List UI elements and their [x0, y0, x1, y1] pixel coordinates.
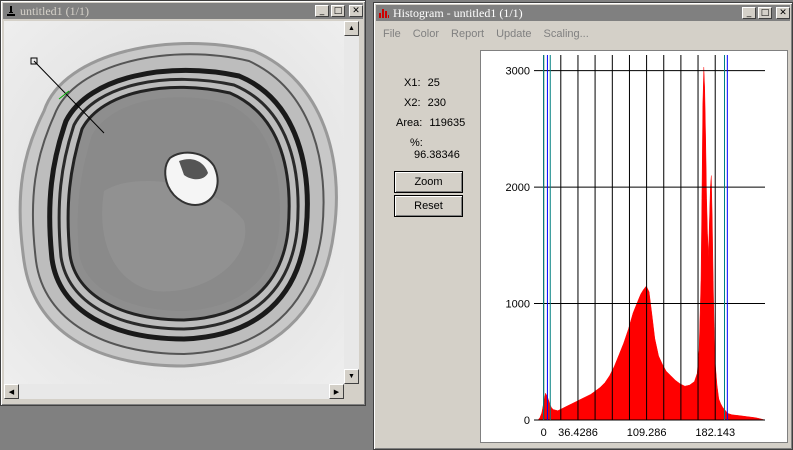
- menu-file[interactable]: File: [377, 28, 407, 40]
- histogram-icon: [377, 6, 391, 20]
- resize-grip[interactable]: [344, 384, 359, 399]
- area-value: 119635: [429, 117, 466, 129]
- histogram-window: Histogram - untitled1 (1/1) _ □ ✕ File C…: [373, 2, 793, 450]
- x-tick-label: 109.286: [627, 427, 667, 439]
- x2-label: X2:: [404, 97, 421, 109]
- x-tick-label: 0: [541, 427, 547, 439]
- menu-report[interactable]: Report: [445, 28, 490, 40]
- percent-label: %:: [410, 137, 423, 149]
- vertical-scrollbar[interactable]: ▲ ▼: [344, 21, 359, 384]
- y-tick-label: 2000: [506, 182, 530, 194]
- histogram-window-title: Histogram - untitled1 (1/1): [393, 5, 523, 20]
- x2-row: X2: 230: [404, 97, 446, 109]
- close-icon: ✕: [779, 7, 787, 18]
- maximize-icon: □: [333, 5, 343, 16]
- scroll-up-button[interactable]: ▲: [344, 21, 359, 36]
- minimize-icon: _: [746, 7, 752, 18]
- x1-row: X1: 25: [404, 77, 440, 89]
- percent-value: 96.38346: [414, 149, 460, 161]
- triangle-down-icon: ▼: [348, 373, 355, 380]
- y-tick-label: 3000: [506, 66, 530, 78]
- area-label: Area:: [396, 117, 423, 129]
- percent-row: %: 96.38346: [410, 137, 474, 161]
- image-window-titlebar[interactable]: untitled1 (1/1) _ □ ✕: [3, 3, 363, 19]
- triangle-up-icon: ▲: [348, 25, 355, 32]
- histogram-plot-panel: 0 1000 2000 3000 0 36.4286 109.286 182.143: [480, 50, 788, 443]
- reset-button[interactable]: Reset: [394, 195, 463, 217]
- triangle-right-icon: ▶: [333, 388, 340, 396]
- x-tick-label: 36.4286: [558, 427, 598, 439]
- zoom-button[interactable]: Zoom: [394, 171, 463, 193]
- histogram-area: [537, 67, 766, 421]
- x1-value: 25: [427, 77, 440, 89]
- microscope-icon: [4, 4, 18, 18]
- triangle-left-icon: ◀: [8, 388, 15, 396]
- histogram-chart[interactable]: 0 1000 2000 3000 0 36.4286 109.286 182.143: [481, 51, 787, 442]
- scroll-right-button[interactable]: ▶: [329, 384, 344, 399]
- histogram-window-titlebar[interactable]: Histogram - untitled1 (1/1) _ □ ✕: [376, 5, 790, 21]
- image-canvas[interactable]: [4, 21, 344, 384]
- maximize-button[interactable]: □: [758, 7, 772, 19]
- menu-scaling[interactable]: Scaling...: [538, 28, 595, 40]
- x2-value: 230: [427, 97, 446, 109]
- menu-color[interactable]: Color: [407, 28, 445, 40]
- maximize-button[interactable]: □: [331, 5, 345, 17]
- close-button[interactable]: ✕: [776, 7, 790, 19]
- horizontal-scrollbar[interactable]: ◀ ▶: [4, 384, 344, 399]
- menu-update[interactable]: Update: [490, 28, 537, 40]
- area-row: Area: 119635: [396, 117, 465, 129]
- tissue-section-image: [4, 21, 344, 384]
- histogram-menubar: File Color Report Update Scaling...: [377, 24, 595, 44]
- image-window-title: untitled1 (1/1): [20, 3, 89, 18]
- close-icon: ✕: [352, 5, 360, 16]
- scroll-down-button[interactable]: ▼: [344, 369, 359, 384]
- minimize-button[interactable]: _: [315, 5, 329, 17]
- maximize-icon: □: [760, 7, 770, 18]
- scroll-left-button[interactable]: ◀: [4, 384, 19, 399]
- minimize-icon: _: [319, 5, 325, 16]
- minimize-button[interactable]: _: [742, 7, 756, 19]
- x-tick-label: 182.143: [695, 427, 735, 439]
- y-tick-label: 1000: [506, 299, 530, 311]
- y-tick-label: 0: [524, 415, 530, 427]
- image-window: untitled1 (1/1) _ □ ✕ ▲ ▼ ◀ ▶: [0, 0, 366, 406]
- x1-label: X1:: [404, 77, 421, 89]
- close-button[interactable]: ✕: [349, 5, 363, 17]
